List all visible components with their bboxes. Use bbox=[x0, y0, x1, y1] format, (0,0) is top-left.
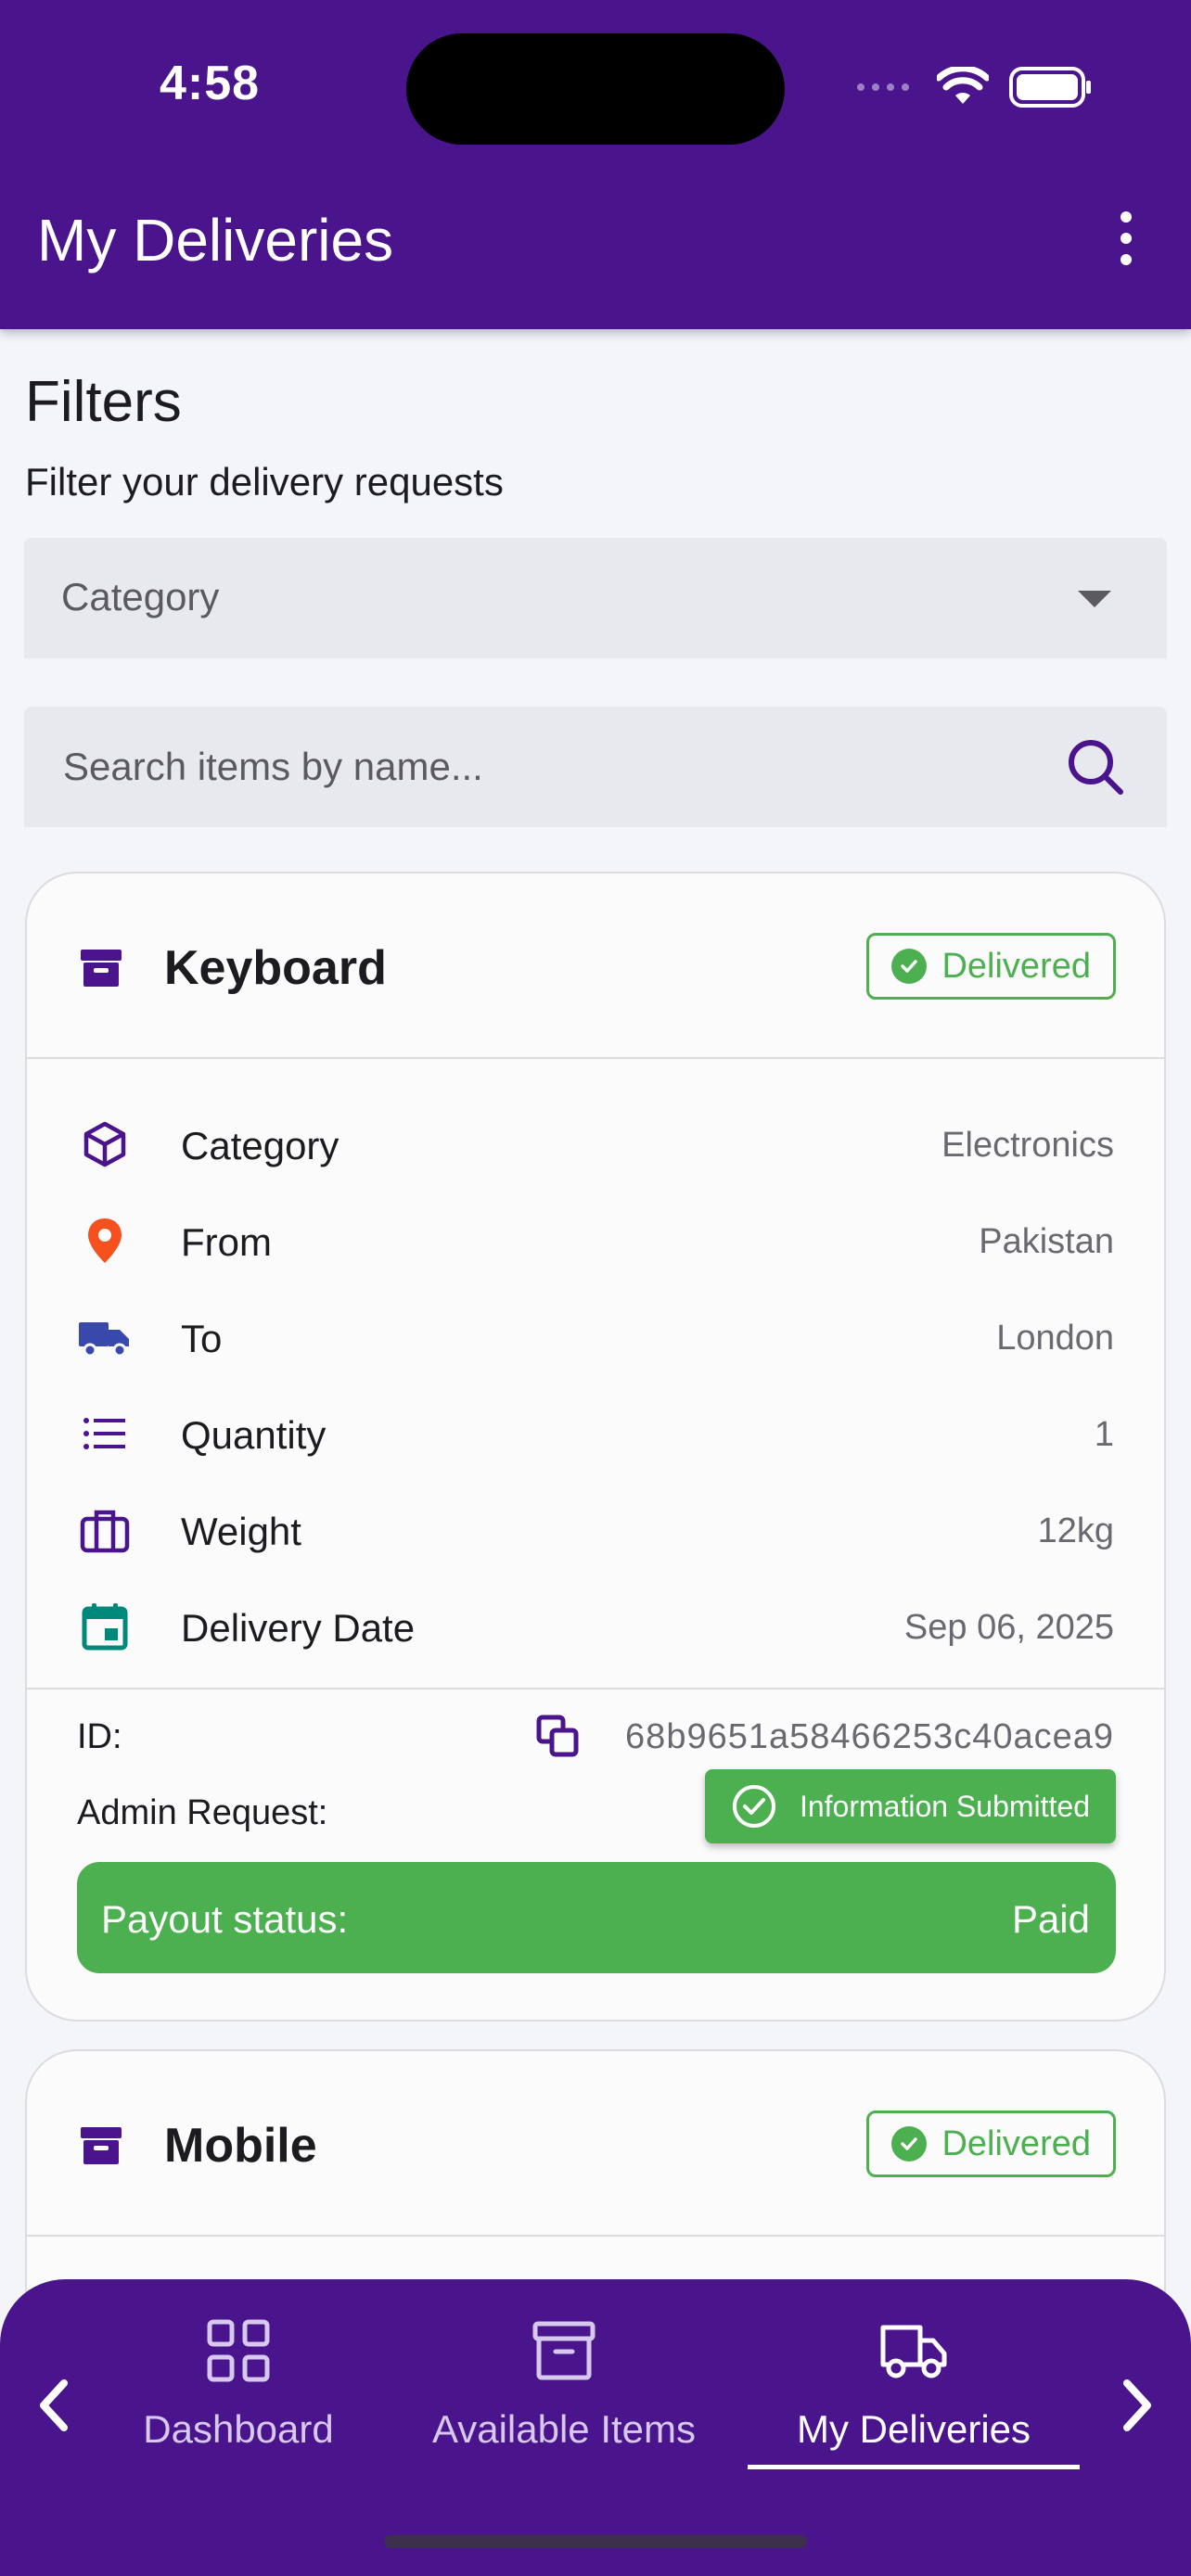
detail-value: London bbox=[996, 1319, 1114, 1358]
payout-status-bar: Payout status: Paid bbox=[77, 1862, 1116, 1973]
detail-value: 1 bbox=[1094, 1415, 1114, 1454]
detail-label: Weight bbox=[181, 1510, 301, 1553]
detail-value: Sep 06, 2025 bbox=[903, 1608, 1114, 1647]
id-label: ID: bbox=[77, 1717, 122, 1756]
detail-label: Category bbox=[181, 1124, 339, 1167]
item-name: Mobile bbox=[164, 2119, 317, 2173]
page-title: My Deliveries bbox=[37, 207, 394, 274]
list-icon bbox=[83, 1418, 125, 1449]
status-badge: Delivered bbox=[866, 933, 1116, 1000]
dropdown-arrow-icon bbox=[1078, 591, 1111, 607]
payout-value: Paid bbox=[1011, 1897, 1090, 1941]
detail-row-category: Category Electronics bbox=[27, 1096, 1164, 1192]
nav-label: Dashboard bbox=[143, 2407, 334, 2451]
grid-icon bbox=[207, 2319, 270, 2382]
nav-item-available-items[interactable]: Available Items bbox=[427, 2316, 701, 2452]
filters-title: Filters bbox=[25, 370, 182, 434]
status-badge: Delivered bbox=[866, 2111, 1116, 2177]
chevron-right-icon[interactable] bbox=[1104, 2368, 1169, 2442]
admin-request-status-chip[interactable]: Information Submitted bbox=[704, 1769, 1116, 1843]
check-circle-icon bbox=[891, 949, 928, 984]
status-icons bbox=[855, 67, 1093, 108]
calendar-icon bbox=[82, 1603, 128, 1651]
search-icon[interactable] bbox=[1065, 736, 1126, 797]
location-pin-icon bbox=[88, 1218, 122, 1263]
detail-value: Electronics bbox=[941, 1126, 1114, 1165]
admin-request-status: Information Submitted bbox=[799, 1789, 1090, 1823]
detail-label: To bbox=[181, 1317, 223, 1360]
card-header: Keyboard Delivered bbox=[27, 874, 1164, 1059]
detail-row-quantity: Quantity 1 bbox=[27, 1385, 1164, 1482]
detail-row-from: From Pakistan bbox=[27, 1192, 1164, 1289]
active-tab-indicator bbox=[748, 2465, 1080, 2469]
archive-icon bbox=[532, 2321, 596, 2380]
item-name: Keyboard bbox=[164, 941, 387, 995]
dynamic-island bbox=[406, 33, 785, 145]
wifi-icon bbox=[937, 67, 989, 104]
bottom-navigation: Dashboard Available Items My Deliveries bbox=[0, 2279, 1191, 2576]
detail-list: Category Electronics From Pakistan To Lo… bbox=[27, 1059, 1164, 1690]
detail-label: From bbox=[181, 1220, 272, 1264]
search-field[interactable] bbox=[24, 707, 1167, 827]
id-value: 68b9651a58466253c40acea9 bbox=[625, 1717, 1114, 1756]
category-select-label: Category bbox=[61, 575, 220, 618]
detail-label: Delivery Date bbox=[181, 1606, 416, 1650]
filters-subtitle: Filter your delivery requests bbox=[25, 460, 504, 504]
detail-value: 12kg bbox=[1037, 1511, 1114, 1550]
category-select[interactable]: Category bbox=[24, 538, 1167, 658]
copy-icon[interactable] bbox=[535, 1714, 582, 1760]
status-badge-label: Delivered bbox=[941, 946, 1091, 986]
delivery-meta: ID: 68b9651a58466253c40acea9 Admin Reque… bbox=[27, 1690, 1164, 2020]
home-indicator bbox=[384, 2535, 807, 2548]
status-time: 4:58 bbox=[160, 57, 261, 110]
admin-request-label: Admin Request: bbox=[77, 1793, 328, 1832]
status-badge-label: Delivered bbox=[941, 2123, 1091, 2163]
battery-icon bbox=[1009, 67, 1091, 108]
truck-icon bbox=[880, 2325, 947, 2378]
app-header: 4:58 My Deliveries bbox=[0, 0, 1191, 329]
archive-icon bbox=[81, 950, 122, 987]
signal-icon bbox=[857, 83, 909, 91]
detail-row-to: To London bbox=[27, 1289, 1164, 1385]
detail-row-delivery-date: Delivery Date Sep 06, 2025 bbox=[27, 1578, 1164, 1675]
detail-label: Quantity bbox=[181, 1413, 327, 1457]
payout-label: Payout status: bbox=[101, 1897, 349, 1941]
check-circle-icon bbox=[732, 1785, 775, 1828]
nav-item-my-deliveries[interactable]: My Deliveries bbox=[779, 2316, 1048, 2452]
nav-label: My Deliveries bbox=[796, 2407, 1031, 2451]
archive-icon bbox=[81, 2127, 122, 2164]
detail-row-weight: Weight 12kg bbox=[27, 1482, 1164, 1578]
cube-icon bbox=[83, 1121, 126, 1167]
briefcase-icon bbox=[80, 1510, 130, 1553]
delivery-card[interactable]: Keyboard Delivered Category Electronics … bbox=[25, 872, 1166, 2021]
truck-icon bbox=[79, 1322, 129, 1358]
chevron-left-icon[interactable] bbox=[22, 2368, 87, 2442]
nav-label: Available Items bbox=[431, 2407, 697, 2451]
search-input[interactable] bbox=[61, 744, 1035, 790]
nav-item-dashboard[interactable]: Dashboard bbox=[141, 2316, 336, 2452]
check-circle-icon bbox=[891, 2126, 928, 2162]
more-vertical-icon[interactable] bbox=[1108, 206, 1145, 271]
card-header: Mobile Delivered bbox=[27, 2051, 1164, 2237]
detail-value: Pakistan bbox=[979, 1222, 1114, 1261]
